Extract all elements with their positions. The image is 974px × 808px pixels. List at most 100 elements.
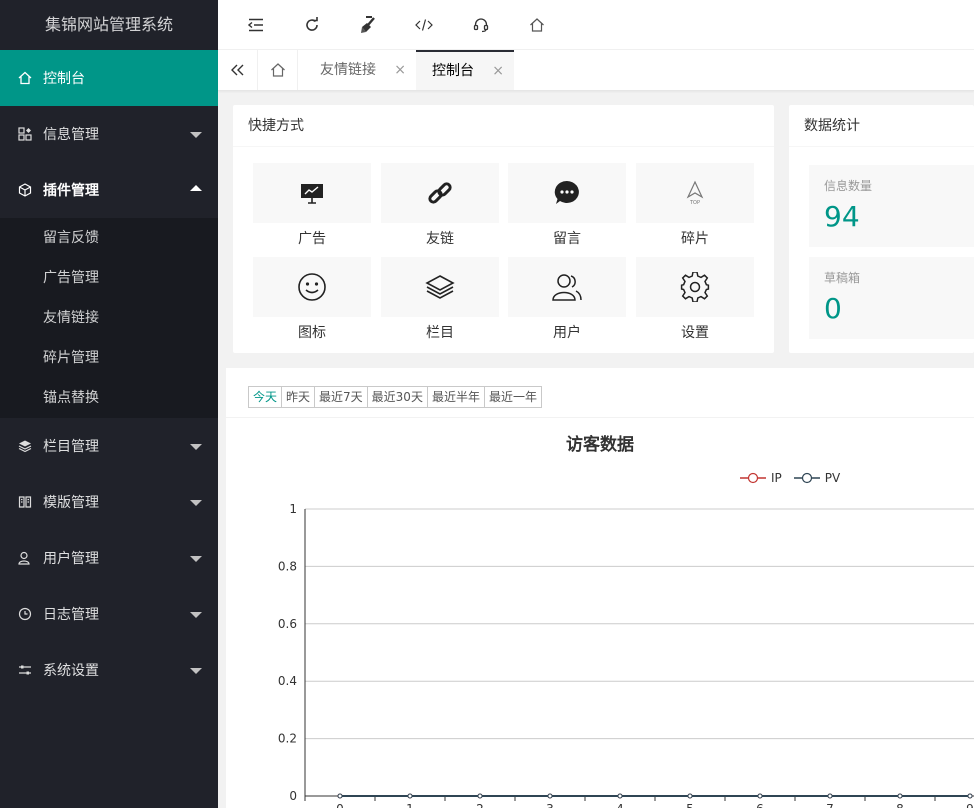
data-point-ip[interactable] [337,793,343,799]
sidebar-item-users[interactable]: 用户管理 [0,530,218,586]
sidebar-item-templates[interactable]: 模版管理 [0,474,218,530]
chevron-up-icon [190,185,202,191]
tab-label: 友情链接 [320,62,376,78]
sidebar-item-label: 控制台 [43,71,85,87]
data-point-pv[interactable] [617,793,623,799]
x-tick-label: 2 [476,802,484,808]
sidebar-subitem-ads[interactable]: 广告管理 [0,258,218,298]
shortcut-icons[interactable] [253,257,371,317]
legend-pv-marker [793,472,820,484]
sidebar-item-label: 模版管理 [43,495,99,511]
y-tick-label: 0.8 [278,559,297,573]
range-year-button[interactable]: 最近一年 [484,387,541,407]
legend-ip-marker [740,472,766,484]
y-tick-label: 0.2 [278,732,297,746]
data-point-ip[interactable] [477,793,483,799]
tab-bar: 友情链接 × 控制台 × [218,50,974,91]
divider [226,417,974,418]
range-today-button[interactable]: 今天 [249,387,283,407]
x-tick-label: 3 [546,802,554,808]
data-point-pv[interactable] [687,793,693,799]
data-point-ip[interactable] [547,793,553,799]
shortcut-label: 友链 [426,231,454,247]
data-point-pv[interactable] [337,793,343,799]
sidebar-subitem-anchors[interactable]: 锚点替换 [0,378,218,418]
y-tick-label: 0.4 [278,674,297,688]
data-point-ip[interactable] [687,793,693,799]
data-point-pv[interactable] [757,793,763,799]
refresh-icon[interactable] [300,13,324,37]
chart-title: 访客数据 [566,435,634,455]
app-title: 集锦网站管理系统 [44,15,173,34]
data-point-ip[interactable] [967,793,973,799]
data-point-ip[interactable] [407,793,413,799]
visitor-chart-card: 今天 昨天 最近7天 最近30天 最近半年 最近一年 访客数据 IP PV 0 0… [226,368,974,808]
y-tick-label: 1 [289,502,297,516]
data-point-pv[interactable] [477,793,483,799]
sidebar-item-plugins[interactable]: 插件管理 [0,162,218,218]
range-yesterday-button[interactable]: 昨天 [282,387,316,407]
sidebar-item-logs[interactable]: 日志管理 [0,586,218,642]
data-point-pv[interactable] [897,793,903,799]
legend-pv-label[interactable]: PV [825,471,840,485]
support-headset-icon[interactable] [469,13,493,37]
shortcut-label: 用户 [553,325,581,341]
sidebar-item-dashboard[interactable]: 控制台 [0,50,218,106]
legend-ip-label[interactable]: IP [771,471,782,485]
data-point-ip[interactable] [897,793,903,799]
tab-close-icon[interactable]: × [394,50,406,90]
stat-value: 94 [824,200,860,233]
smiley-icon [298,273,326,301]
stat-info-count[interactable]: 信息数量 94 [809,165,974,247]
data-point-pv[interactable] [407,793,413,799]
data-point-pv[interactable] [547,793,553,799]
users-icon [552,274,582,301]
sidebar-item-columns[interactable]: 栏目管理 [0,418,218,474]
shortcut-ads[interactable] [253,163,371,223]
tab-home[interactable] [258,50,298,90]
tab-close-icon[interactable]: × [492,52,504,90]
data-point-pv[interactable] [967,793,973,799]
data-point-ip[interactable] [827,793,833,799]
code-icon[interactable] [412,13,436,37]
data-point-pv[interactable] [827,793,833,799]
range-half-year-button[interactable]: 最近半年 [427,387,485,407]
stat-label: 草稿箱 [824,271,861,285]
data-point-ip[interactable] [757,793,763,799]
range-7days-button[interactable]: 最近7天 [315,387,368,407]
shortcut-settings[interactable] [636,257,754,317]
clock-icon [18,607,32,621]
x-tick-label: 1 [406,802,414,808]
clear-cache-brush-icon[interactable] [357,13,381,37]
stat-drafts[interactable]: 草稿箱 0 [809,257,974,339]
sidebar-subitem-feedback[interactable]: 留言反馈 [0,218,218,258]
shortcut-fragments[interactable]: TOP [636,163,754,223]
data-point-ip[interactable] [617,793,623,799]
tab-dashboard[interactable]: 控制台 × [416,50,514,90]
x-tick-label: 6 [756,802,764,808]
tabs-scroll-left-button[interactable] [218,50,258,90]
tab-friend-links[interactable]: 友情链接 × [298,50,416,90]
shortcut-columns[interactable] [381,257,499,317]
sidebar-subitem-fragments[interactable]: 碎片管理 [0,338,218,378]
x-tick-label: 8 [896,802,904,808]
shortcut-messages[interactable] [508,163,626,223]
sidebar-item-settings[interactable]: 系统设置 [0,642,218,698]
layers-icon [425,275,455,299]
shortcut-links[interactable] [381,163,499,223]
sidebar-item-label: 用户管理 [43,551,99,567]
homepage-icon[interactable] [525,13,549,37]
menu-collapse-icon[interactable] [244,13,268,37]
chevron-down-icon [190,500,202,506]
sidebar-item-label: 日志管理 [43,607,99,623]
chevron-down-icon [190,612,202,618]
range-30days-button[interactable]: 最近30天 [367,387,428,407]
shortcuts-card: 快捷方式 广告 友链 留言 TOP 碎片 图标 栏目 用户 设置 [233,105,774,353]
sidebar-item-info[interactable]: 信息管理 [0,106,218,162]
chat-icon [554,180,579,204]
stats-card: 数据统计 信息数量 94 草稿箱 0 [789,105,974,353]
shortcut-label: 栏目 [426,325,454,341]
stat-value: 0 [824,292,842,325]
shortcut-users[interactable] [508,257,626,317]
sidebar-subitem-links[interactable]: 友情链接 [0,298,218,338]
